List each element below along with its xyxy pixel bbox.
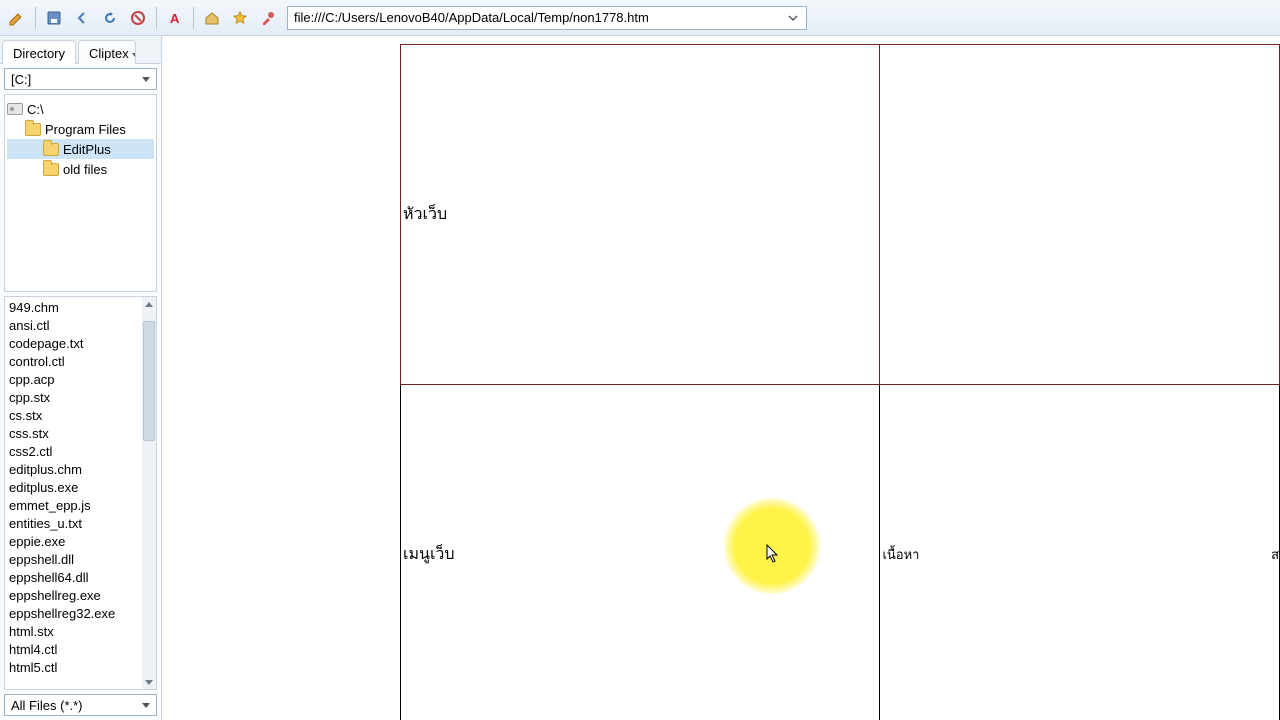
file-item[interactable]: css.stx <box>9 425 138 443</box>
file-item[interactable]: ansi.ctl <box>9 317 138 335</box>
file-list-scrollbar[interactable] <box>142 297 156 689</box>
tree-item[interactable]: Program Files <box>7 119 154 139</box>
main: Directory Cliptex [C:] C:\Program Files E… <box>0 36 1280 720</box>
preview-table: หัวเว็บ เมนูเว็บ เนื้อหา ส <box>400 44 1280 720</box>
refresh-icon[interactable] <box>97 5 123 31</box>
favorites-icon[interactable] <box>227 5 253 31</box>
tree-item-label: old files <box>63 162 107 177</box>
file-list[interactable]: 949.chmansi.ctlcodepage.txtcontrol.ctlcp… <box>4 296 157 690</box>
file-item[interactable]: entities_u.txt <box>9 515 138 533</box>
side-tabs: Directory Cliptex <box>0 36 161 64</box>
scroll-down-icon[interactable] <box>142 675 156 689</box>
separator <box>156 7 157 29</box>
scroll-track[interactable] <box>142 311 156 675</box>
file-item[interactable]: control.ctl <box>9 353 138 371</box>
cell-header: หัวเว็บ <box>401 45 880 385</box>
file-item[interactable]: css2.ctl <box>9 443 138 461</box>
tab-overflow-icon <box>132 53 136 57</box>
tree-item-label: EditPlus <box>63 142 111 157</box>
cell-header-right <box>880 45 1280 385</box>
home-icon[interactable] <box>199 5 225 31</box>
save-icon[interactable] <box>41 5 67 31</box>
svg-text:A: A <box>170 11 180 26</box>
file-item[interactable]: codepage.txt <box>9 335 138 353</box>
chevron-down-icon <box>142 77 150 82</box>
separator <box>193 7 194 29</box>
tree-item[interactable]: C:\ <box>7 99 154 119</box>
scroll-up-icon[interactable] <box>142 297 156 311</box>
file-item[interactable]: eppshell.dll <box>9 551 138 569</box>
drive-selector[interactable]: [C:] <box>4 68 157 90</box>
file-item[interactable]: emmet_epp.js <box>9 497 138 515</box>
file-item[interactable]: eppshellreg.exe <box>9 587 138 605</box>
file-item[interactable]: editplus.exe <box>9 479 138 497</box>
folder-icon <box>25 123 41 136</box>
cell-content: เนื้อหา ส <box>880 385 1280 720</box>
sidebar: Directory Cliptex [C:] C:\Program Files E… <box>0 36 162 720</box>
cell-content-text: เนื้อหา <box>882 547 919 562</box>
file-item[interactable]: cpp.stx <box>9 389 138 407</box>
tree-item[interactable]: EditPlus <box>7 139 154 159</box>
file-item[interactable]: 949.chm <box>9 299 138 317</box>
file-item[interactable]: html5.ctl <box>9 659 138 677</box>
tab-cliptext-label: Cliptex <box>89 46 129 61</box>
file-item[interactable]: cs.stx <box>9 407 138 425</box>
toolbar: A <box>0 0 1280 36</box>
file-item[interactable]: editplus.chm <box>9 461 138 479</box>
drive-label: [C:] <box>11 72 31 87</box>
edit-icon[interactable] <box>4 5 30 31</box>
cell-content-right: ส <box>1271 544 1279 565</box>
drive-icon <box>7 103 23 115</box>
file-item[interactable]: eppshell64.dll <box>9 569 138 587</box>
file-item[interactable]: eppie.exe <box>9 533 138 551</box>
file-item[interactable]: html.stx <box>9 623 138 641</box>
folder-icon <box>43 143 59 156</box>
file-item[interactable]: html4.ctl <box>9 641 138 659</box>
address-bar[interactable] <box>287 6 807 30</box>
separator <box>35 7 36 29</box>
tree-item-label: Program Files <box>45 122 126 137</box>
folder-tree[interactable]: C:\Program Files EditPlus old files <box>4 94 157 292</box>
cell-menu: เมนูเว็บ <box>401 385 880 720</box>
file-filter[interactable]: All Files (*.*) <box>4 694 157 716</box>
file-item[interactable]: eppshellreg32.exe <box>9 605 138 623</box>
chevron-down-icon <box>142 703 150 708</box>
file-filter-label: All Files (*.*) <box>11 698 83 713</box>
address-dropdown-icon[interactable] <box>786 13 800 23</box>
tab-directory[interactable]: Directory <box>2 40 76 64</box>
tree-item-label: C:\ <box>27 102 44 117</box>
back-icon[interactable] <box>69 5 95 31</box>
tree-item[interactable]: old files <box>7 159 154 179</box>
tool-icon[interactable] <box>255 5 281 31</box>
address-input[interactable] <box>294 10 786 25</box>
stop-icon[interactable] <box>125 5 151 31</box>
browser-preview: หัวเว็บ เมนูเว็บ เนื้อหา ส <box>162 36 1280 720</box>
scroll-thumb[interactable] <box>143 321 155 441</box>
file-item[interactable]: cpp.acp <box>9 371 138 389</box>
font-icon[interactable]: A <box>162 5 188 31</box>
folder-icon <box>43 163 59 176</box>
tab-cliptext[interactable]: Cliptex <box>78 40 136 64</box>
